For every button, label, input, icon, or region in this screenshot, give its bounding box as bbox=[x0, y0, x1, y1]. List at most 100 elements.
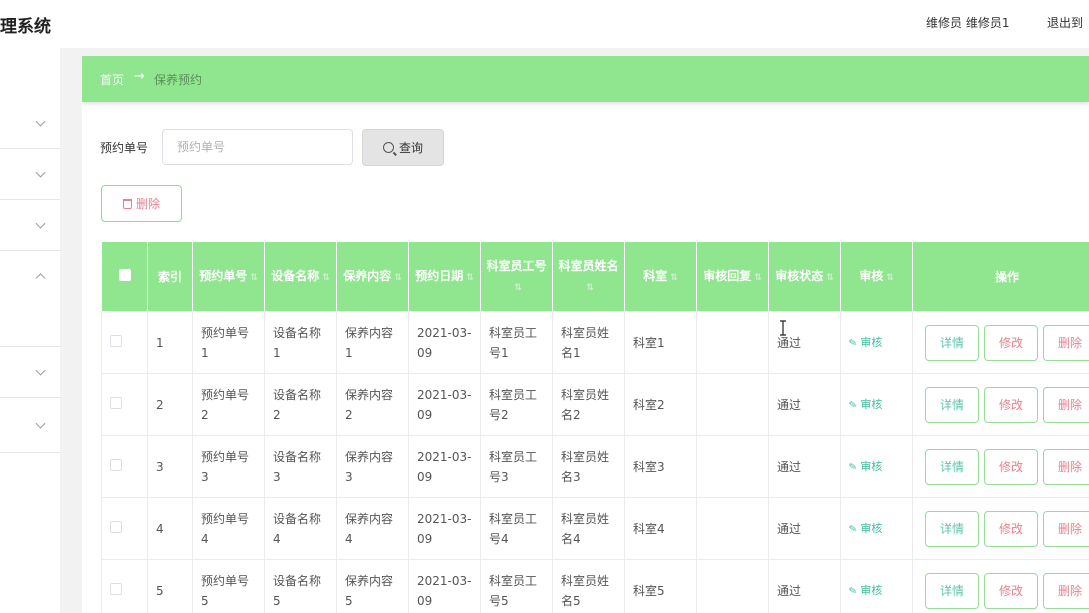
detail-button[interactable]: 详情 bbox=[925, 448, 979, 485]
breadcrumb-home[interactable]: 首页 bbox=[100, 71, 124, 88]
column-header[interactable]: 预约日期 ⇅ bbox=[408, 241, 481, 312]
row-select-cell[interactable] bbox=[101, 559, 148, 613]
column-header[interactable]: 科室 ⇅ bbox=[624, 241, 697, 312]
cell-dept: 科室2 bbox=[624, 373, 697, 436]
cell-dept: 科室4 bbox=[624, 497, 697, 560]
select-all-cell[interactable] bbox=[101, 241, 148, 312]
audit-link[interactable]: ✎ 审核 bbox=[848, 460, 882, 474]
cell-device: 设备名称4 bbox=[264, 497, 337, 560]
cell-content: 保养内容4 bbox=[336, 497, 409, 560]
user-info: 维修员 维修员1 bbox=[926, 16, 1010, 30]
audit-link[interactable]: ✎ 审核 bbox=[848, 584, 882, 598]
arrow-right-icon: → bbox=[134, 69, 145, 84]
row-select-cell[interactable] bbox=[101, 373, 148, 436]
pen-icon: ✎ bbox=[848, 398, 859, 412]
cell-staff-name: 科室员姓名1 bbox=[552, 311, 625, 374]
delete-button[interactable]: 删除 bbox=[1043, 572, 1089, 609]
detail-button[interactable]: 详情 bbox=[925, 324, 979, 361]
cell-audit[interactable]: ✎ 审核 bbox=[840, 435, 913, 498]
sort-icon[interactable]: ⇅ bbox=[466, 268, 474, 288]
edit-button[interactable]: 修改 bbox=[984, 448, 1038, 485]
cell-order-no: 预约单号3 bbox=[192, 435, 265, 498]
sort-icon[interactable]: ⇅ bbox=[826, 268, 834, 288]
cell-audit[interactable]: ✎ 审核 bbox=[840, 497, 913, 560]
cell-device: 设备名称1 bbox=[264, 311, 337, 374]
row-checkbox[interactable] bbox=[110, 396, 122, 409]
sort-icon[interactable]: ⇅ bbox=[250, 268, 258, 288]
audit-link[interactable]: ✎ 审核 bbox=[848, 522, 882, 536]
logout-link[interactable]: 退出到 bbox=[1047, 14, 1083, 31]
row-checkbox[interactable] bbox=[110, 520, 122, 533]
row-checkbox[interactable] bbox=[110, 582, 122, 595]
cell-date: 2021-03-09 bbox=[408, 559, 481, 613]
delete-button[interactable]: 删除 bbox=[1043, 324, 1089, 361]
column-header[interactable]: 审核 ⇅ bbox=[840, 241, 913, 312]
detail-button[interactable]: 详情 bbox=[925, 572, 979, 609]
detail-button[interactable]: 详情 bbox=[925, 386, 979, 423]
search-button[interactable]: 查询 bbox=[362, 129, 444, 166]
row-select-cell[interactable] bbox=[101, 497, 148, 560]
select-all-checkbox[interactable] bbox=[118, 268, 131, 281]
cell-staff-no: 科室员工号3 bbox=[480, 435, 553, 498]
cell-content: 保养内容3 bbox=[336, 435, 409, 498]
search-icon bbox=[382, 142, 394, 153]
column-header[interactable]: 设备名称 ⇅ bbox=[264, 241, 337, 312]
column-header[interactable]: 科室员姓名⇅ bbox=[552, 241, 625, 312]
sort-icon[interactable]: ⇅ bbox=[586, 278, 594, 298]
pen-icon: ✎ bbox=[848, 336, 859, 350]
batch-delete-button[interactable]: 删除 bbox=[101, 185, 182, 222]
cell-device: 设备名称5 bbox=[264, 559, 337, 613]
cell-content: 保养内容1 bbox=[336, 311, 409, 374]
row-select-cell[interactable] bbox=[101, 311, 148, 374]
edit-button[interactable]: 修改 bbox=[984, 572, 1038, 609]
sort-icon[interactable]: ⇅ bbox=[322, 268, 330, 288]
sidebar-menu-2[interactable] bbox=[0, 149, 60, 200]
sidebar-menu-1[interactable] bbox=[0, 98, 60, 149]
row-checkbox[interactable] bbox=[110, 458, 122, 471]
delete-button[interactable]: 删除 bbox=[1043, 510, 1089, 547]
pen-icon: ✎ bbox=[848, 584, 859, 598]
sidebar-menu-4-expanded[interactable] bbox=[0, 251, 60, 347]
row-select-cell[interactable] bbox=[101, 435, 148, 498]
edit-button[interactable]: 修改 bbox=[984, 324, 1038, 361]
sort-icon[interactable]: ⇅ bbox=[670, 268, 678, 288]
edit-button[interactable]: 修改 bbox=[984, 510, 1038, 547]
top-bar: 理系统 维修员 维修员1 退出到 bbox=[0, 0, 1089, 48]
sidebar-menu-3[interactable] bbox=[0, 200, 60, 251]
column-header[interactable]: 保养内容 ⇅ bbox=[336, 241, 409, 312]
delete-button[interactable]: 删除 bbox=[1043, 386, 1089, 423]
sort-icon[interactable]: ⇅ bbox=[886, 268, 894, 288]
batch-delete-label: 删除 bbox=[135, 197, 160, 211]
detail-button[interactable]: 详情 bbox=[925, 510, 979, 547]
sidebar-menu-6[interactable] bbox=[0, 398, 60, 453]
cell-content: 保养内容5 bbox=[336, 559, 409, 613]
sort-icon[interactable]: ⇅ bbox=[394, 268, 402, 288]
chevron-down-icon bbox=[35, 116, 46, 127]
cell-staff-no: 科室员工号5 bbox=[480, 559, 553, 613]
sort-icon[interactable]: ⇅ bbox=[514, 278, 522, 298]
column-header: 操作 bbox=[912, 241, 1089, 312]
edit-button[interactable]: 修改 bbox=[984, 386, 1038, 423]
delete-button[interactable]: 删除 bbox=[1043, 448, 1089, 485]
cell-staff-name: 科室员姓名5 bbox=[552, 559, 625, 613]
sort-icon[interactable]: ⇅ bbox=[754, 268, 762, 288]
search-input[interactable] bbox=[162, 129, 353, 165]
sidebar-menu-5[interactable] bbox=[0, 347, 60, 398]
chevron-down-icon bbox=[35, 365, 46, 376]
text-cursor-icon bbox=[780, 320, 786, 336]
trash-icon bbox=[122, 198, 132, 209]
audit-link[interactable]: ✎ 审核 bbox=[848, 398, 882, 412]
cell-audit[interactable]: ✎ 审核 bbox=[840, 373, 913, 436]
cell-audit[interactable]: ✎ 审核 bbox=[840, 311, 913, 374]
cell-staff-no: 科室员工号2 bbox=[480, 373, 553, 436]
column-header[interactable]: 审核回复 ⇅ bbox=[696, 241, 769, 312]
row-checkbox[interactable] bbox=[110, 334, 122, 347]
cell-actions: 详情 修改 删除 bbox=[912, 373, 1089, 436]
cell-audit[interactable]: ✎ 审核 bbox=[840, 559, 913, 613]
column-header[interactable]: 科室员工号⇅ bbox=[480, 241, 553, 312]
chevron-down-icon bbox=[35, 167, 46, 178]
column-header[interactable]: 审核状态 ⇅ bbox=[768, 241, 841, 312]
cell-actions: 详情 修改 删除 bbox=[912, 311, 1089, 374]
column-header[interactable]: 预约单号 ⇅ bbox=[192, 241, 265, 312]
audit-link[interactable]: ✎ 审核 bbox=[848, 336, 882, 350]
